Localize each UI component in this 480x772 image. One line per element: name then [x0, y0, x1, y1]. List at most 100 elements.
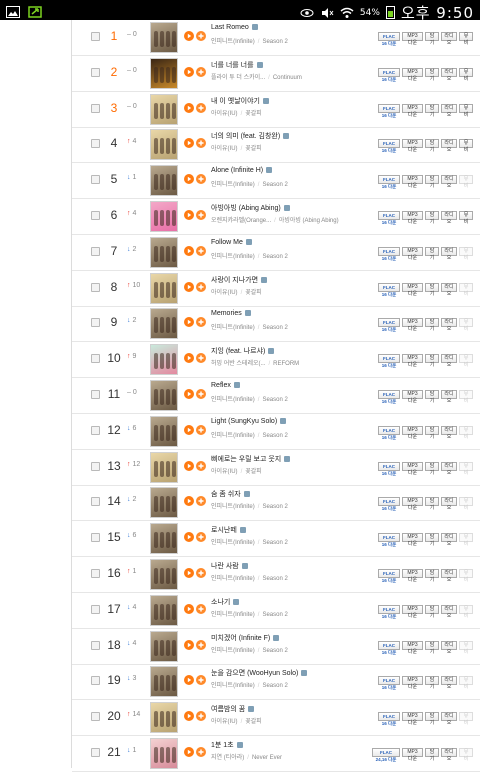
music-video-button[interactable]: 뮤비	[459, 67, 473, 82]
artist-name[interactable]: 인피니트(Infinite)	[211, 397, 255, 403]
music-video-button[interactable]: 뮤비	[459, 211, 473, 225]
add-to-playlist-button[interactable]	[196, 424, 206, 435]
play-button[interactable]	[184, 66, 194, 77]
play-button[interactable]	[184, 496, 194, 507]
song-title[interactable]: 너를 너를 너를	[211, 60, 263, 70]
song-info-icon[interactable]	[248, 706, 255, 713]
song-info-icon[interactable]	[261, 276, 268, 283]
artist-name[interactable]: 허밍 어반 스테레오(...	[211, 361, 266, 367]
flac-download-button[interactable]: FLAC 16 다운	[378, 139, 400, 153]
radio-button[interactable]: 라디오	[441, 354, 457, 368]
song-info-icon[interactable]	[262, 97, 269, 104]
select-checkbox[interactable]	[91, 533, 100, 543]
add-button[interactable]: 담기	[425, 175, 439, 189]
album-art[interactable]	[150, 308, 178, 340]
add-button[interactable]: 담기	[425, 604, 439, 619]
select-checkbox[interactable]	[91, 569, 100, 578]
select-checkbox[interactable]	[91, 640, 100, 650]
album-name[interactable]: Season 2	[262, 182, 287, 188]
radio-button[interactable]: 라디오	[441, 139, 457, 153]
song-info-icon[interactable]	[284, 455, 291, 462]
album-name[interactable]: Season 2	[262, 576, 287, 582]
add-button[interactable]: 담기	[425, 67, 439, 82]
song-title[interactable]: 아빙아빙 (Abing Abing)	[211, 203, 290, 213]
select-checkbox[interactable]	[91, 748, 100, 757]
album-art[interactable]	[150, 344, 178, 376]
add-button[interactable]: 담기	[425, 282, 439, 297]
add-button[interactable]: 담기	[425, 676, 439, 690]
song-info-icon[interactable]	[256, 61, 263, 68]
artist-name[interactable]: 아이유(IU)	[211, 146, 238, 152]
play-button[interactable]	[184, 532, 194, 543]
radio-button[interactable]: 라디오	[441, 461, 457, 476]
add-to-playlist-button[interactable]	[196, 460, 206, 471]
add-to-playlist-button[interactable]	[196, 138, 206, 149]
select-checkbox[interactable]	[91, 461, 100, 471]
radio-button[interactable]: 라디오	[441, 318, 457, 332]
artist-name[interactable]: 인피니트(Infinite)	[211, 648, 255, 654]
flac-download-button[interactable]: FLAC 24,16 다운	[372, 748, 400, 762]
flac-download-button[interactable]: FLAC 16 다운	[378, 533, 400, 547]
music-video-button[interactable]: 뮤비	[459, 139, 473, 153]
add-to-playlist-button[interactable]	[196, 496, 206, 507]
add-button[interactable]: 담기	[425, 569, 439, 583]
album-name[interactable]: 꽃갈피	[245, 719, 262, 725]
radio-button[interactable]: 라디오	[441, 390, 457, 404]
flac-download-button[interactable]: FLAC 16 다운	[378, 318, 400, 332]
song-title[interactable]: 눈을 감으면 (WooHyun Solo)	[211, 668, 308, 678]
flac-download-button[interactable]: FLAC 16 다운	[378, 425, 400, 440]
radio-button[interactable]: 라디오	[441, 676, 457, 690]
add-button[interactable]: 담기	[425, 461, 439, 476]
add-button[interactable]: 담기	[425, 318, 439, 332]
add-to-playlist-button[interactable]	[196, 210, 206, 220]
mp3-download-button[interactable]: MP3 다운	[402, 282, 423, 297]
add-to-playlist-button[interactable]	[196, 31, 206, 41]
song-title[interactable]: 사랑이 지나가면	[211, 275, 268, 285]
song-info-icon[interactable]	[243, 491, 250, 498]
album-name[interactable]: Never Ever	[252, 755, 282, 761]
mp3-download-button[interactable]: MP3 다운	[402, 569, 423, 583]
album-art[interactable]	[150, 380, 178, 411]
song-info-icon[interactable]	[280, 417, 287, 424]
play-button[interactable]	[184, 138, 194, 149]
select-checkbox[interactable]	[91, 246, 100, 256]
play-button[interactable]	[184, 747, 194, 757]
add-button[interactable]: 담기	[425, 533, 439, 547]
add-to-playlist-button[interactable]	[196, 174, 206, 185]
flac-download-button[interactable]: FLAC 16 다운	[378, 712, 400, 726]
select-checkbox[interactable]	[91, 604, 100, 614]
artist-name[interactable]: 인피니트(Infinite)	[211, 182, 255, 188]
radio-button[interactable]: 라디오	[441, 246, 457, 261]
song-info-icon[interactable]	[245, 238, 252, 245]
mp3-download-button[interactable]: MP3 다운	[402, 390, 423, 404]
play-button[interactable]	[184, 353, 194, 364]
mp3-download-button[interactable]: MP3 다운	[402, 640, 423, 655]
radio-button[interactable]: 라디오	[441, 282, 457, 297]
flac-download-button[interactable]: FLAC 16 다운	[378, 67, 400, 82]
play-button[interactable]	[184, 389, 194, 399]
song-title[interactable]: 삐에로는 우릴 보고 웃지	[211, 454, 291, 464]
flac-download-button[interactable]: FLAC 16 다운	[378, 175, 400, 189]
add-button[interactable]: 담기	[425, 748, 439, 762]
artist-name[interactable]: 오렌지캬라멜(Orange...	[211, 218, 271, 224]
play-button[interactable]	[184, 603, 194, 614]
flac-download-button[interactable]: FLAC 16 다운	[378, 569, 400, 583]
radio-button[interactable]: 라디오	[441, 103, 457, 118]
mp3-download-button[interactable]: MP3 다운	[402, 533, 423, 547]
album-art[interactable]	[150, 236, 178, 268]
add-button[interactable]: 담기	[425, 354, 439, 368]
artist-name[interactable]: 아이유(IU)	[211, 719, 238, 725]
add-button[interactable]: 담기	[425, 640, 439, 655]
album-art[interactable]	[150, 57, 178, 89]
add-button[interactable]: 담기	[425, 139, 439, 153]
add-button[interactable]: 담기	[425, 712, 439, 726]
mp3-download-button[interactable]: MP3 다운	[402, 748, 423, 762]
play-button[interactable]	[184, 711, 194, 722]
album-name[interactable]: Continuum	[273, 75, 302, 81]
mp3-download-button[interactable]: MP3 다운	[402, 497, 423, 511]
add-button[interactable]: 담기	[425, 103, 439, 118]
song-title[interactable]: 미치겠어 (Infinite F)	[211, 633, 280, 643]
radio-button[interactable]: 라디오	[441, 748, 457, 762]
album-name[interactable]: Season 2	[262, 683, 287, 689]
radio-button[interactable]: 라디오	[441, 640, 457, 655]
